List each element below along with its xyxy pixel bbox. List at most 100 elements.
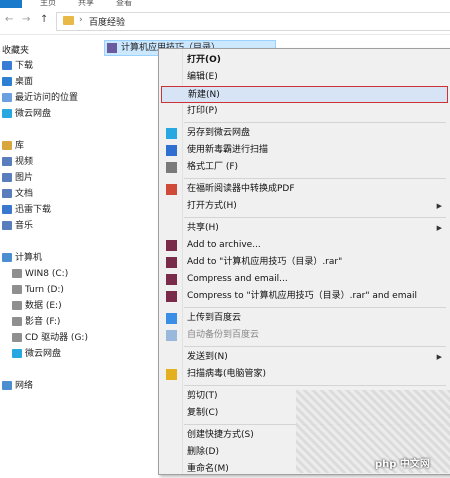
breadcrumb-current[interactable]: 百度经验: [89, 15, 125, 28]
nav-item-icon: [2, 93, 12, 102]
menu-item-label: 创建快捷方式(S): [187, 430, 254, 440]
menu-item[interactable]: 新建(N): [161, 86, 448, 103]
up-button[interactable]: ↑: [40, 14, 48, 25]
menu-item-label: 在福昕阅读器中转换成PDF: [187, 184, 295, 194]
nav-item[interactable]: 音乐: [2, 219, 33, 233]
nav-item-label: Turn (D:): [25, 285, 64, 295]
nav-item-icon: [2, 381, 12, 390]
nav-item[interactable]: 收藏夹: [2, 44, 29, 58]
nav-item-label: 计算机: [15, 253, 43, 263]
nav-item[interactable]: 库: [2, 139, 24, 153]
menu-item-label: 删除(D): [187, 447, 219, 457]
nav-item-label: 音乐: [15, 221, 34, 231]
nav-item-icon: [2, 173, 12, 182]
nav-item-icon: [2, 109, 12, 118]
nav-item[interactable]: Turn (D:): [12, 283, 64, 297]
menu-item-label: Add to "计算机应用技巧（目录）.rar": [187, 257, 343, 267]
nav-item[interactable]: 最近访问的位置: [2, 91, 78, 105]
ribbon: 主页 共享 查看: [0, 0, 450, 8]
forward-button[interactable]: →: [22, 14, 30, 25]
nav-item[interactable]: 图片: [2, 171, 33, 185]
submenu-arrow-icon: ▶: [436, 202, 442, 210]
menu-item-icon: [166, 291, 177, 302]
menu-separator: [184, 122, 446, 123]
tab-view[interactable]: 查看: [116, 0, 132, 8]
menu-separator: [184, 346, 446, 347]
nav-item-label: 图片: [15, 173, 34, 183]
nav-item[interactable]: 影音 (F:): [12, 315, 60, 329]
nav-item-icon: [12, 301, 22, 310]
menu-item-icon: [166, 240, 177, 251]
breadcrumb-separator: ›: [79, 15, 83, 25]
nav-item[interactable]: 数据 (E:): [12, 299, 62, 313]
nav-item[interactable]: 文档: [2, 187, 33, 201]
submenu-arrow-icon: ▶: [436, 353, 442, 361]
nav-item-icon: [2, 221, 12, 230]
menu-item-label: Add to archive...: [187, 240, 261, 250]
nav-item-icon: [12, 269, 22, 278]
nav-item[interactable]: 网络: [2, 379, 33, 393]
menu-item-icon: [166, 257, 177, 268]
address-bar: ← → ↑ › 百度经验: [0, 8, 450, 35]
address-input[interactable]: › 百度经验: [56, 12, 450, 31]
menu-item[interactable]: 发送到(N) ▶: [161, 349, 448, 366]
menu-item-label: 剪切(T): [187, 391, 218, 401]
nav-item-label: 库: [15, 141, 25, 151]
menu-item-icon: [166, 128, 177, 139]
menu-separator: [184, 307, 446, 308]
nav-item[interactable]: 微云网盘: [2, 107, 51, 121]
nav-item-label: 微云网盘: [15, 109, 52, 119]
nav-item-label: 数据 (E:): [25, 301, 62, 311]
nav-item[interactable]: 下载: [2, 59, 33, 73]
menu-item[interactable]: 共享(H) ▶: [161, 220, 448, 237]
menu-item-label: 打印(P): [187, 106, 218, 116]
nav-item[interactable]: 迅雷下载: [2, 203, 51, 217]
nav-item-icon: [2, 189, 12, 198]
menu-item-icon: [166, 313, 177, 324]
nav-item-icon: [12, 317, 22, 326]
menu-item[interactable]: Compress to "计算机应用技巧（目录）.rar" and email: [161, 288, 448, 305]
nav-item[interactable]: 微云网盘: [12, 347, 61, 361]
menu-item[interactable]: 扫描病毒(电脑管家): [161, 366, 448, 383]
menu-item[interactable]: Add to archive...: [161, 237, 448, 254]
nav-item-label: CD 驱动器 (G:): [25, 333, 88, 343]
nav-item[interactable]: 计算机: [2, 251, 42, 265]
menu-item[interactable]: Add to "计算机应用技巧（目录）.rar": [161, 254, 448, 271]
menu-item-label: 发送到(N): [187, 352, 228, 362]
menu-item-label: 格式工厂 (F): [187, 162, 239, 172]
menu-item[interactable]: 在福昕阅读器中转换成PDF: [161, 181, 448, 198]
menu-item[interactable]: 使用新毒霸进行扫描: [161, 142, 448, 159]
nav-item[interactable]: WIN8 (C:): [12, 267, 68, 281]
nav-item[interactable]: CD 驱动器 (G:): [12, 331, 88, 345]
tab-share[interactable]: 共享: [78, 0, 94, 8]
nav-item[interactable]: 桌面: [2, 75, 33, 89]
menu-item-icon: [166, 145, 177, 156]
nav-item-icon: [2, 205, 12, 214]
tab-home[interactable]: 主页: [40, 0, 56, 8]
menu-separator: [184, 178, 446, 179]
menu-item-label: 扫描病毒(电脑管家): [187, 369, 267, 379]
menu-item[interactable]: 打印(P): [161, 103, 448, 120]
menu-item-label: 上传到百度云: [187, 313, 242, 323]
menu-item[interactable]: Compress and email...: [161, 271, 448, 288]
menu-item[interactable]: 自动备份到百度云: [161, 327, 448, 344]
nav-item-label: 收藏夹: [2, 46, 30, 56]
menu-item[interactable]: 另存到微云网盘: [161, 125, 448, 142]
back-button[interactable]: ←: [5, 14, 13, 25]
menu-item-label: 使用新毒霸进行扫描: [187, 145, 269, 155]
navigation-pane: 收藏夹 下载 桌面 最近访问的位置 微云网盘库视频 图片 文档 迅雷下载 音乐 计算机 WIN8 (…: [0, 35, 100, 473]
menu-item[interactable]: 上传到百度云: [161, 310, 448, 327]
menu-item[interactable]: 格式工厂 (F): [161, 159, 448, 176]
nav-item-label: 微云网盘: [25, 349, 62, 359]
menu-item-label: Compress and email...: [187, 274, 288, 284]
menu-item[interactable]: 编辑(E): [161, 69, 448, 86]
menu-item-label: 另存到微云网盘: [187, 128, 251, 138]
nav-item-icon: [12, 285, 22, 294]
nav-item-icon: [2, 253, 12, 262]
menu-separator: [184, 385, 446, 386]
file-tab[interactable]: [0, 0, 22, 8]
nav-item-label: 下载: [15, 61, 34, 71]
menu-item[interactable]: 打开(O): [161, 52, 448, 69]
nav-item[interactable]: 视频: [2, 155, 33, 169]
menu-item[interactable]: 打开方式(H) ▶: [161, 198, 448, 215]
